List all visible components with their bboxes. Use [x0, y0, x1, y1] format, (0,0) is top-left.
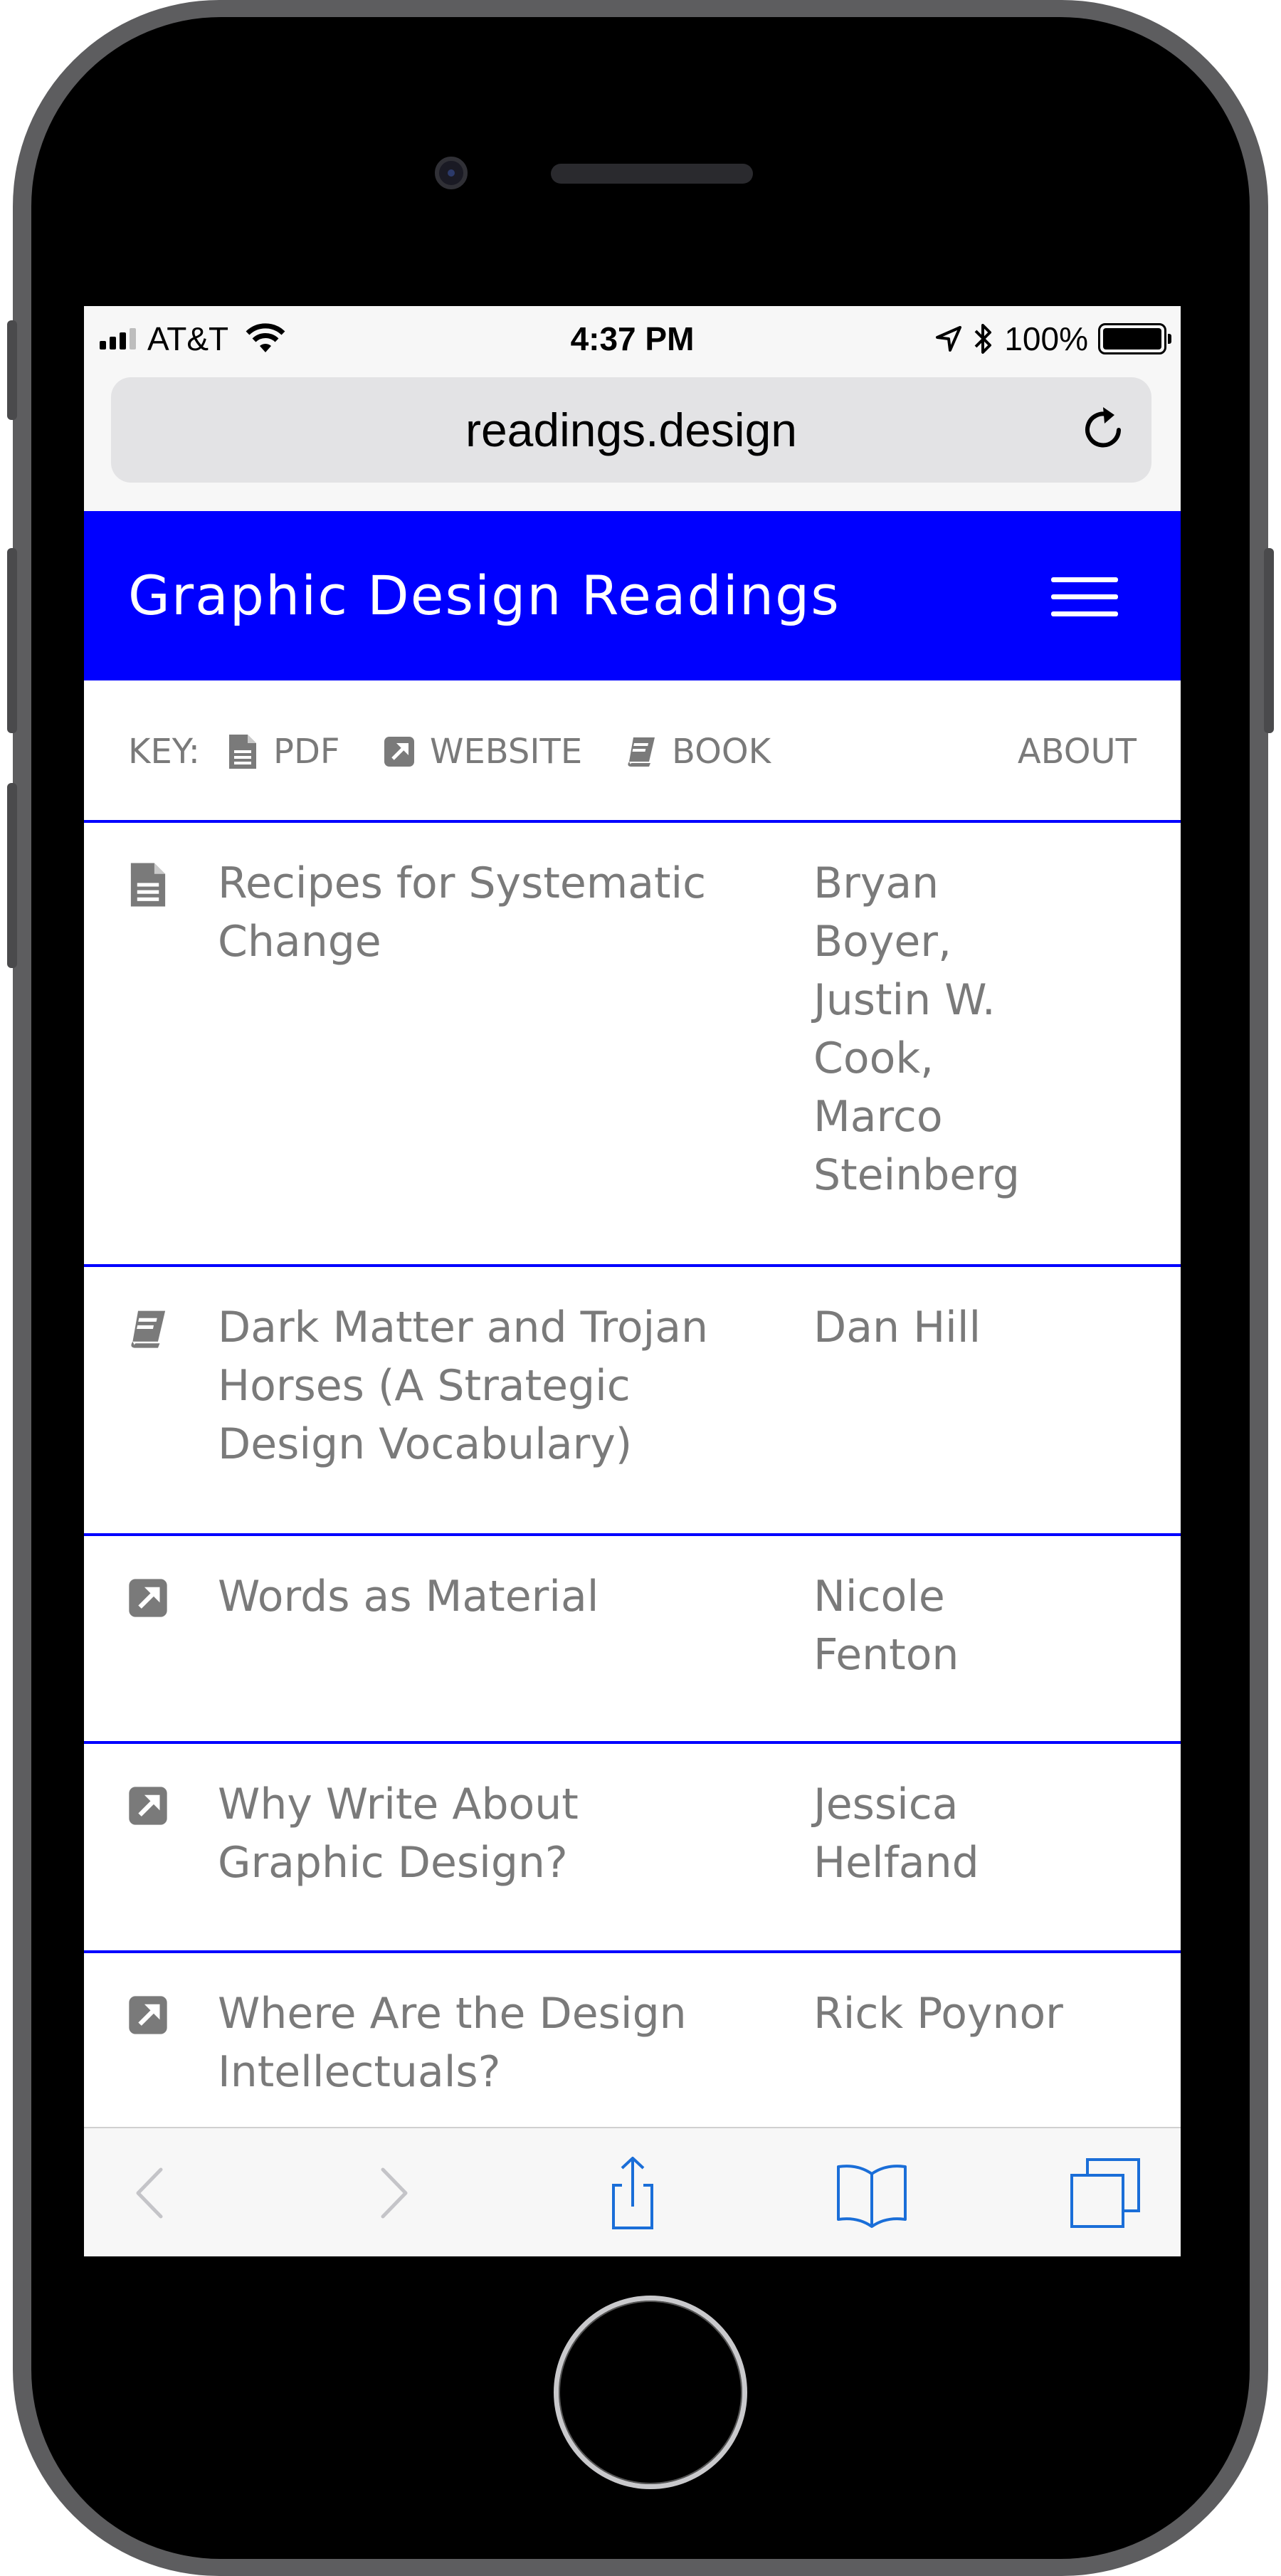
- key-website: WEBSITE: [383, 680, 582, 823]
- site-header: Graphic Design Readings: [84, 511, 1181, 680]
- key-pdf-label: PDF: [273, 732, 340, 772]
- share-icon[interactable]: [594, 2154, 672, 2232]
- key-legend: KEY: PDF WEBSITE BOOK ABOUT: [84, 680, 1181, 823]
- key-label: KEY:: [128, 732, 200, 772]
- volume-up-button: [7, 548, 17, 733]
- list-item[interactable]: Recipes for Systematic Change Bryan Boye…: [84, 826, 1181, 1267]
- book-icon: [131, 1310, 166, 1348]
- reload-icon[interactable]: [1075, 401, 1132, 458]
- external-link-icon: [129, 1787, 167, 1825]
- list-item[interactable]: Words as Material Nicole Fenton: [84, 1539, 1181, 1744]
- address-bar[interactable]: readings.design: [111, 377, 1151, 483]
- volume-down-button: [7, 783, 17, 968]
- forward-icon[interactable]: [353, 2154, 431, 2232]
- earpiece-speaker: [551, 164, 753, 184]
- reading-title[interactable]: Words as Material: [218, 1567, 759, 1626]
- reading-author: Dan Hill: [813, 1303, 981, 1352]
- reading-author: Bryan Boyer, Justin W. Cook, Marco Stein…: [813, 858, 1020, 1200]
- key-book-label: BOOK: [672, 732, 771, 772]
- url-text[interactable]: readings.design: [111, 377, 1151, 483]
- bluetooth-icon: [974, 324, 992, 354]
- reading-author: Rick Poynor: [813, 1989, 1063, 2039]
- external-link-icon: [384, 737, 414, 767]
- list-item[interactable]: Why Write About Graphic Design? Jessica …: [84, 1747, 1181, 1953]
- home-button[interactable]: [554, 2296, 747, 2489]
- status-bar: AT&T 4:37 PM 100%: [84, 306, 1181, 370]
- key-website-label: WEBSITE: [430, 732, 583, 772]
- list-item[interactable]: Dark Matter and Trojan Horses (A Strateg…: [84, 1270, 1181, 1536]
- power-button: [1264, 548, 1274, 733]
- browser-toolbar: [84, 2127, 1181, 2256]
- back-icon[interactable]: [112, 2154, 191, 2232]
- external-link-icon: [129, 1996, 167, 2034]
- location-arrow-icon: [936, 326, 962, 352]
- bookmarks-icon[interactable]: [833, 2154, 911, 2232]
- reading-author: Jessica Helfand: [813, 1779, 979, 1888]
- key-book: BOOK: [625, 680, 771, 823]
- browser-address-area: readings.design: [84, 370, 1181, 511]
- pdf-icon: [130, 863, 166, 907]
- external-link-icon: [129, 1579, 167, 1617]
- site-title[interactable]: Graphic Design Readings: [128, 511, 840, 680]
- pdf-icon: [229, 735, 256, 769]
- hamburger-menu-icon[interactable]: [1051, 577, 1118, 617]
- reading-title[interactable]: Recipes for Systematic Change: [218, 854, 759, 971]
- tabs-icon[interactable]: [1066, 2154, 1144, 2232]
- silent-switch: [7, 320, 17, 420]
- reading-title[interactable]: Where Are the Design Intellectuals?: [218, 1984, 716, 2101]
- reading-title[interactable]: Why Write About Graphic Design?: [218, 1775, 645, 1892]
- reading-author: Nicole Fenton: [813, 1572, 959, 1680]
- screen: AT&T 4:37 PM 100% readings.design Graphi…: [84, 306, 1181, 2256]
- reading-title[interactable]: Dark Matter and Trojan Horses (A Strateg…: [218, 1298, 759, 1473]
- front-camera: [435, 157, 468, 189]
- key-pdf: PDF: [226, 680, 340, 823]
- battery-icon: [1098, 323, 1171, 354]
- battery-percentage: 100%: [1004, 320, 1088, 357]
- about-link[interactable]: ABOUT: [1018, 732, 1137, 772]
- book-icon: [628, 737, 655, 767]
